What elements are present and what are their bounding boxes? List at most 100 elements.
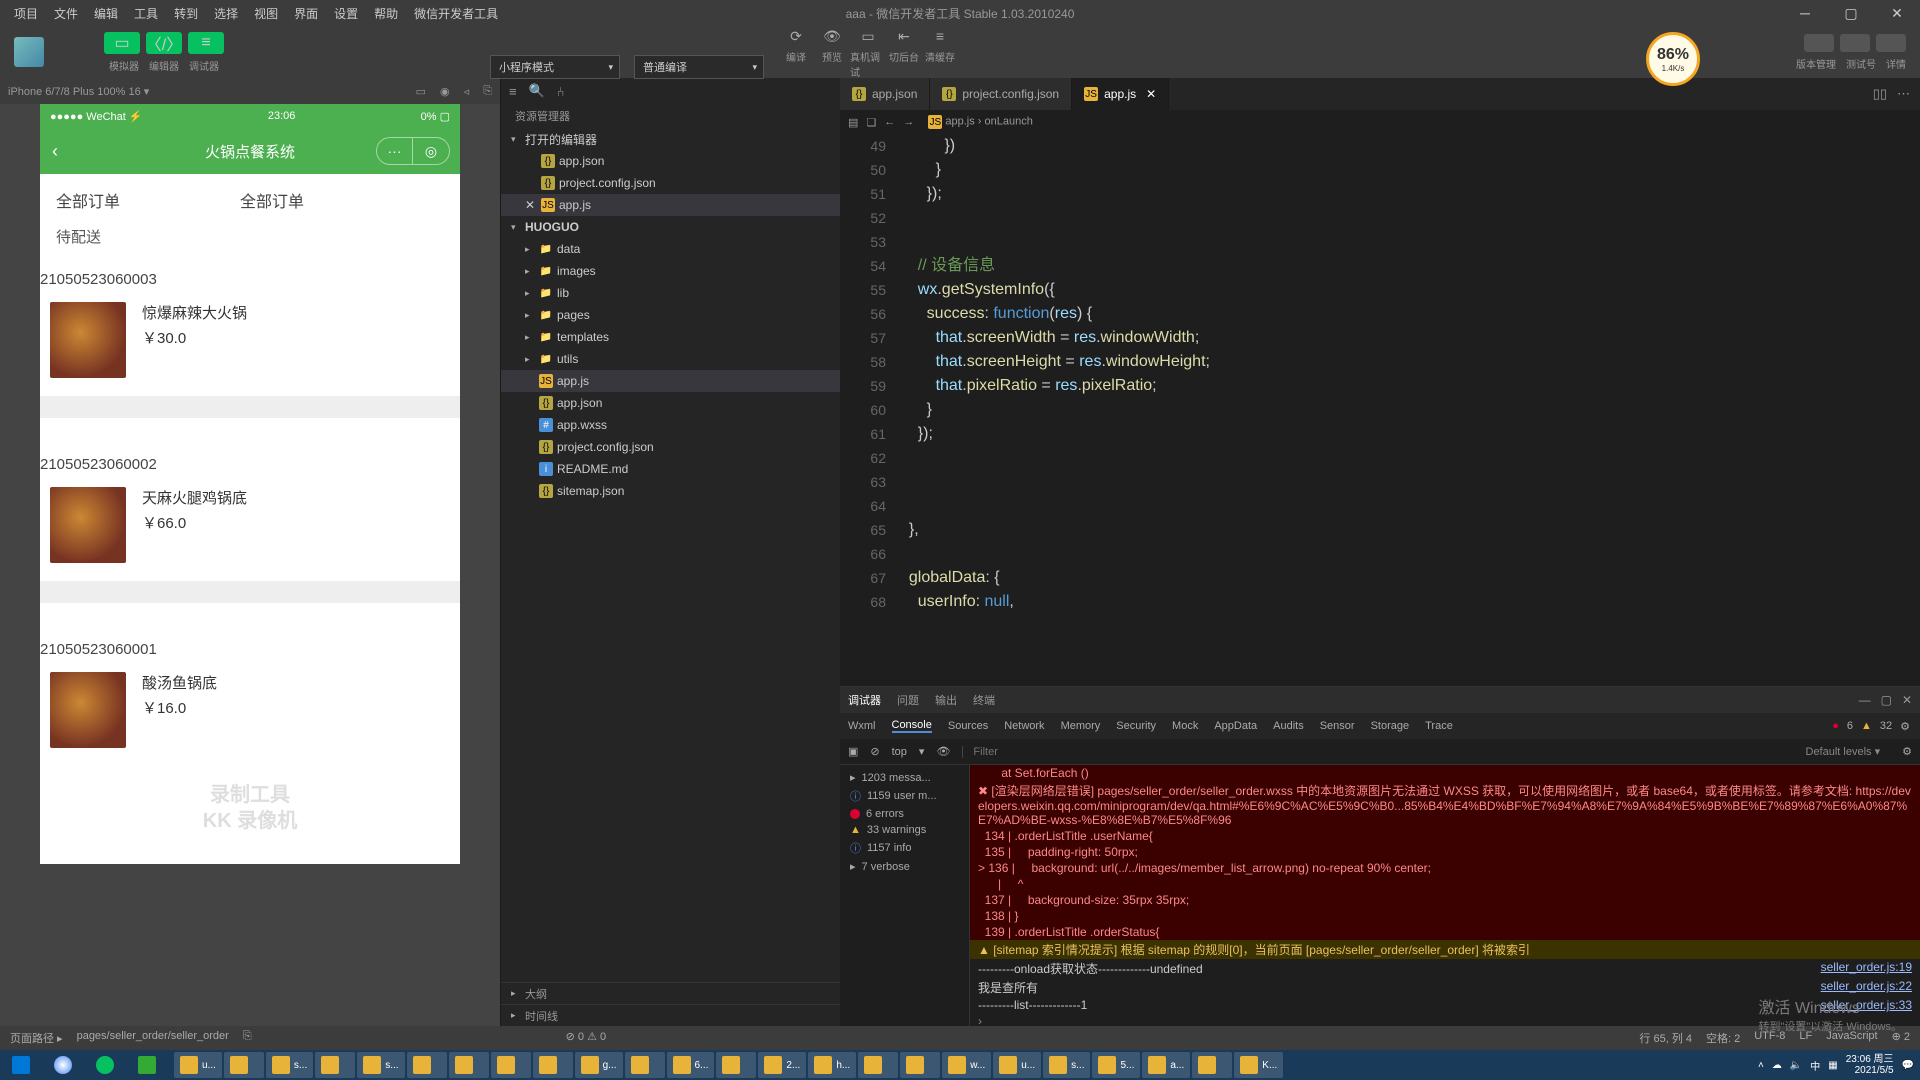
code-editor[interactable]: 4950515253545556575859606162636465666768… [840, 134, 1920, 686]
menu-界面[interactable]: 界面 [288, 3, 324, 24]
context-select[interactable]: top [892, 746, 907, 758]
console-line[interactable]: 138 | } [970, 908, 1920, 924]
tree-app.js[interactable]: JSapp.js [501, 370, 840, 392]
sim-tool-icon[interactable]: ⎘ [483, 85, 492, 98]
taskbar-item[interactable]: u... [993, 1052, 1041, 1078]
devtool-tab-Security[interactable]: Security [1116, 720, 1156, 732]
dbg-tab-终端[interactable]: 终端 [973, 692, 995, 708]
menu-项目[interactable]: 项目 [8, 3, 44, 24]
menu-转到[interactable]: 转到 [168, 3, 204, 24]
console-line[interactable]: ▲ [sitemap 索引情况提示] 根据 sitemap 的规则[0]，当前页… [970, 940, 1920, 959]
console-line[interactable]: 134 | .orderListTitle .userName{ [970, 828, 1920, 844]
filter-6 errors[interactable]: 6 errors [840, 806, 969, 822]
bc-icon[interactable]: ▤ [848, 116, 858, 129]
close-capsule-icon[interactable]: ◎ [413, 138, 449, 164]
test-button[interactable] [1840, 34, 1870, 52]
tree-utils[interactable]: ▸📁utils [501, 348, 840, 370]
taskbar-item[interactable]: s... [266, 1052, 313, 1078]
taskbar-item[interactable]: s... [1043, 1052, 1090, 1078]
simulator-toggle[interactable]: ▭ [104, 32, 140, 54]
taskbar-item[interactable]: h... [808, 1052, 856, 1078]
devtool-tab-Storage[interactable]: Storage [1371, 720, 1410, 732]
clock[interactable]: 23:06 周三 2021/5/5 [1846, 1054, 1894, 1076]
avatar[interactable] [14, 37, 44, 67]
menu-icon[interactable]: ··· [377, 138, 413, 164]
taskbar-item[interactable]: u... [174, 1052, 222, 1078]
taskbar-item[interactable] [224, 1052, 264, 1078]
section-open-editors[interactable]: ▾打开的编辑器 [501, 128, 840, 150]
close-button[interactable]: ✕ [1874, 0, 1920, 26]
tray-icon[interactable]: ☁ [1772, 1060, 1782, 1071]
search-icon[interactable]: 🔍 [529, 83, 545, 99]
problems[interactable]: ⊘ 0 ⚠ 0 [566, 1030, 606, 1046]
tree-templates[interactable]: ▸📁templates [501, 326, 840, 348]
tab-app.json[interactable]: {}app.json [840, 78, 930, 110]
sim-tool-icon[interactable]: ◃ [464, 85, 470, 98]
console-line[interactable]: 139 | .orderListTitle .orderStatus{ [970, 924, 1920, 940]
console-line[interactable]: seller_order.js:22我是查所有 [970, 978, 1920, 997]
devtool-tab-Network[interactable]: Network [1004, 720, 1044, 732]
details-button[interactable] [1876, 34, 1906, 52]
tree-data[interactable]: ▸📁data [501, 238, 840, 260]
dbg-tab-问题[interactable]: 问题 [897, 692, 919, 708]
taskbar-item[interactable]: g... [575, 1052, 623, 1078]
taskbar-item[interactable]: 5... [1092, 1052, 1140, 1078]
mode-select[interactable]: 小程序模式 [490, 55, 620, 79]
devtool-tab-Console[interactable]: Console [892, 719, 932, 733]
sim-tool-icon[interactable]: ▭ [416, 85, 426, 98]
copy-icon[interactable]: ⎘ [243, 1030, 252, 1046]
editor-toggle[interactable]: 〈/〉 [146, 32, 182, 54]
eye-icon[interactable]: 👁 [936, 745, 950, 758]
section-outline[interactable]: ▸大纲 [501, 982, 840, 1004]
subtab-pending[interactable]: 待配送 [56, 229, 101, 246]
taskbar-item[interactable] [900, 1052, 940, 1078]
order-item[interactable]: 21050523060002天麻火腿鸡锅底￥66.0 [40, 446, 460, 631]
status-行 65, 列 4[interactable]: 行 65, 列 4 [1639, 1030, 1692, 1046]
task-wechat[interactable] [90, 1052, 130, 1078]
taskbar-item[interactable] [407, 1052, 447, 1078]
tab-all-1[interactable]: 全部订单 [56, 188, 120, 212]
notifications-icon[interactable]: 💬 [1902, 1060, 1914, 1071]
minimize-button[interactable]: ─ [1782, 0, 1828, 26]
tab-app.js[interactable]: JSapp.js✕ [1072, 78, 1169, 110]
explorer-icon[interactable]: ≡ [509, 84, 517, 99]
gear-icon[interactable]: ⚙ [1900, 720, 1910, 733]
filter-1203 messa...[interactable]: ▸1203 messa... [840, 769, 969, 786]
console-line[interactable]: ✖ [渲染层网络层错误] pages/seller_order/seller_o… [970, 781, 1920, 828]
device-select[interactable]: iPhone 6/7/8 Plus 100% 16 ▾ [8, 85, 149, 98]
order-item[interactable]: 21050523060003惊爆麻辣大火锅￥30.0 [40, 261, 460, 446]
levels-select[interactable]: Default levels ▾ [1806, 745, 1881, 758]
menu-编辑[interactable]: 编辑 [88, 3, 124, 24]
breadcrumb[interactable]: ▤ ❏ ← → JS app.js › onLaunch [840, 110, 1920, 134]
status-⊕ 2[interactable]: ⊕ 2 [1892, 1030, 1910, 1046]
console-line[interactable]: at Set.forEach () [970, 765, 1920, 781]
split-icon[interactable]: ▯▯ [1873, 86, 1887, 102]
open-editor-app.json[interactable]: {}app.json [501, 150, 840, 172]
taskbar-item[interactable] [449, 1052, 489, 1078]
tray-icon[interactable]: ˄ [1758, 1060, 1764, 1071]
taskbar-item[interactable]: s... [357, 1052, 404, 1078]
clear-icon[interactable]: ⊘ [870, 745, 879, 758]
taskbar-item[interactable]: K... [1234, 1052, 1283, 1078]
bc-icon[interactable]: ❏ [866, 116, 876, 129]
menu-微信开发者工具[interactable]: 微信开发者工具 [408, 3, 504, 24]
taskbar-item[interactable] [1192, 1052, 1232, 1078]
taskbar-item[interactable] [533, 1052, 573, 1078]
taskbar-item[interactable] [858, 1052, 898, 1078]
devtool-tab-Wxml[interactable]: Wxml [848, 720, 876, 732]
maximize-button[interactable]: ▢ [1828, 0, 1874, 26]
menu-设置[interactable]: 设置 [328, 3, 364, 24]
sim-tool-icon[interactable]: ◉ [440, 85, 450, 98]
status-空格: 2[interactable]: 空格: 2 [1706, 1030, 1740, 1046]
filter-1159 user m...[interactable]: ⓘ1159 user m... [840, 786, 969, 806]
maximize-panel-icon[interactable]: ▢ [1881, 693, 1892, 707]
console-line[interactable]: seller_order.js:33---------list---------… [970, 997, 1920, 1013]
devtool-tab-Mock[interactable]: Mock [1172, 720, 1198, 732]
debug-icon[interactable]: ⑃ [557, 84, 565, 99]
devtool-tab-Trace[interactable]: Trace [1425, 720, 1453, 732]
devtool-tab-AppData[interactable]: AppData [1214, 720, 1257, 732]
close-panel-icon[interactable]: ✕ [1902, 693, 1912, 707]
open-editor-project.config.json[interactable]: {}project.config.json [501, 172, 840, 194]
bc-icon[interactable]: → [903, 116, 914, 128]
tree-sitemap.json[interactable]: {}sitemap.json [501, 480, 840, 502]
